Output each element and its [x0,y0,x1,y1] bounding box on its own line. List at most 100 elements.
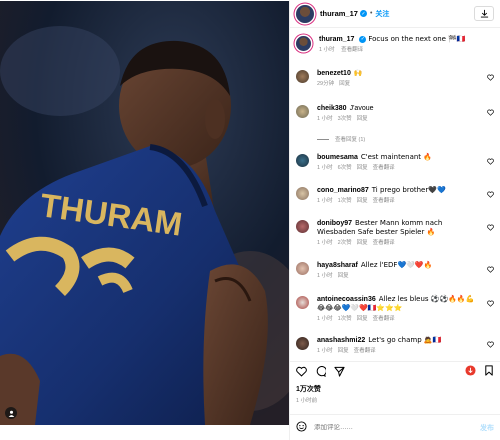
author-avatar[interactable] [296,4,314,23]
like-comment-icon[interactable] [487,74,494,81]
commenter-avatar[interactable] [296,105,309,118]
reply-link[interactable]: 回复 [357,240,368,246]
reply-link[interactable]: 回复 [338,273,349,279]
like-comment-icon[interactable] [487,191,494,198]
comment-username[interactable]: antoinecoassin36 [317,296,376,303]
comment-icon [316,366,326,377]
like-comment-icon[interactable] [487,158,494,165]
comment-username[interactable]: cheik380 [317,105,347,112]
comment-time: 1 小时 [317,116,333,122]
comment-likes[interactable]: 1次赞 [338,316,352,322]
follow-button[interactable]: 关注 [375,9,389,19]
commenter-avatar[interactable] [296,187,309,200]
see-translation-link[interactable]: 查看翻译 [373,316,395,322]
commenter-avatar[interactable] [296,262,309,275]
comment-text: C'est maintenant 🔥 [360,153,432,161]
like-comment-icon[interactable] [487,300,494,307]
comment-input[interactable] [314,424,480,431]
post-actions-bar [290,361,500,381]
replies-divider [317,138,329,140]
like-comment-icon[interactable] [487,266,494,273]
comment-username[interactable]: doniboy97 [317,220,352,227]
comment-item: doniboy97 Bester Mann komm nach Wiesbaden… [296,219,494,248]
comment-likes[interactable]: 2次赞 [338,240,352,246]
caption-username[interactable]: thuram_17 [319,36,354,43]
comment-likes[interactable]: 6次赞 [338,165,352,171]
separator-dot: • [369,10,373,17]
record-button[interactable] [465,365,476,378]
emoji-button[interactable] [296,421,307,434]
comment-username[interactable]: benezet10 [317,70,351,77]
share-button[interactable] [334,366,345,377]
commenter-avatar[interactable] [296,154,309,167]
post-comment-button[interactable]: 发布 [480,423,494,433]
comment-button[interactable] [315,366,326,377]
see-translation-link[interactable]: 查看翻译 [354,348,376,354]
comment-item: anashashmi22 Let's go champ 🙇🇫🇷 1 小时 回复 查看翻… [296,336,494,356]
comments-list[interactable]: thuram_17 ✓ Focus on the next one 🏁🇫🇷 1 小… [290,29,500,360]
comment-text: J'avoue [349,105,374,112]
comment-time: 1 小时 [317,273,333,279]
bookmark-icon [485,365,493,376]
emoji-icon [296,421,307,432]
commenter-avatar[interactable] [296,70,309,83]
comment-time: 1 小时 [317,240,333,246]
comment-item: haya8sharaf Allez l'EDF💙🤍❤️🔥 1 小时 回复 [296,261,494,281]
comment-username[interactable]: cono_marino87 [317,187,369,194]
comment-time: 1 小时 [317,165,333,171]
see-translation-link[interactable]: 查看翻译 [341,47,363,53]
author-username[interactable]: thuram_17 [320,9,358,18]
comment-item: antoinecoassin36 Allez les bleus ⚽⚽🔥🔥💪😂😂😂… [296,295,494,324]
comment-username[interactable]: boumesama [317,154,358,161]
see-translation-link[interactable]: 查看翻译 [373,240,395,246]
comment-text: Let's go champ 🙇🇫🇷 [368,336,442,344]
comment-text: 🙌 [353,69,363,77]
comment-composer: 发布 [290,414,500,440]
reply-link[interactable]: 回复 [339,81,350,87]
comment-username[interactable]: anashashmi22 [317,337,365,344]
comment-likes[interactable]: 3次赞 [338,116,352,122]
like-comment-icon[interactable] [487,341,494,348]
player-illustration: THURAM [0,1,289,425]
see-translation-link[interactable]: 查看翻译 [373,165,395,171]
comment-item: cheik380 J'avoue 1 小时 3次赞 回复 [296,104,494,124]
commenter-avatar[interactable] [296,337,309,350]
comment-time: 29分钟 [317,81,335,87]
view-replies-link[interactable]: 查看回复 (1) [317,135,365,143]
comment-likes[interactable]: 1次赞 [338,198,352,204]
comment-text: Allez l'EDF💙🤍❤️🔥 [360,261,433,269]
caption-time: 1 小时 [319,47,335,53]
comment-item: benezet10 🙌 29分钟 回复 [296,69,494,89]
post-detail-panel: thuram_17 ✓ • 关注 thuram_17 ✓ Focus on the… [289,0,500,440]
author-avatar[interactable] [296,36,311,51]
save-button[interactable] [474,6,494,21]
see-translation-link[interactable]: 查看翻译 [373,198,395,204]
tagged-user-button[interactable] [5,407,17,419]
post-header: thuram_17 ✓ • 关注 [290,0,500,28]
commenter-avatar[interactable] [296,220,309,233]
likes-count[interactable]: 1万次赞 [296,384,321,394]
reply-link[interactable]: 回复 [357,116,368,122]
instagram-post-page: THURAM thuram_17 ✓ • 关注 thuram_17 ✓ Focu… [0,0,500,440]
caption-text: Focus on the next one 🏁🇫🇷 [368,35,466,43]
reply-link[interactable]: 回复 [338,348,349,354]
download-icon [480,9,488,18]
record-icon [465,365,476,376]
comment-item: cono_marino87 Ti prego brother🖤💙 1 小时 1次赞回… [296,186,494,206]
reply-link[interactable]: 回复 [357,198,368,204]
comment-username[interactable]: haya8sharaf [317,262,358,269]
like-button[interactable] [296,366,307,377]
like-comment-icon[interactable] [487,224,494,231]
comment-time: 1 小时 [317,316,333,322]
post-time: 1 小时前 [296,398,318,404]
verified-icon: ✓ [359,35,367,43]
comment-item: boumesama C'est maintenant 🔥 1 小时 6次赞 回复 查看翻… [296,153,494,173]
bookmark-button[interactable] [484,365,494,378]
reply-link[interactable]: 回复 [357,316,368,322]
verified-icon: ✓ [359,10,367,17]
reply-link[interactable]: 回复 [357,165,368,171]
like-comment-icon[interactable] [487,109,494,116]
view-replies-label[interactable]: 查看回复 (1) [335,135,365,143]
post-photo[interactable]: THURAM [0,1,289,425]
commenter-avatar[interactable] [296,296,309,309]
